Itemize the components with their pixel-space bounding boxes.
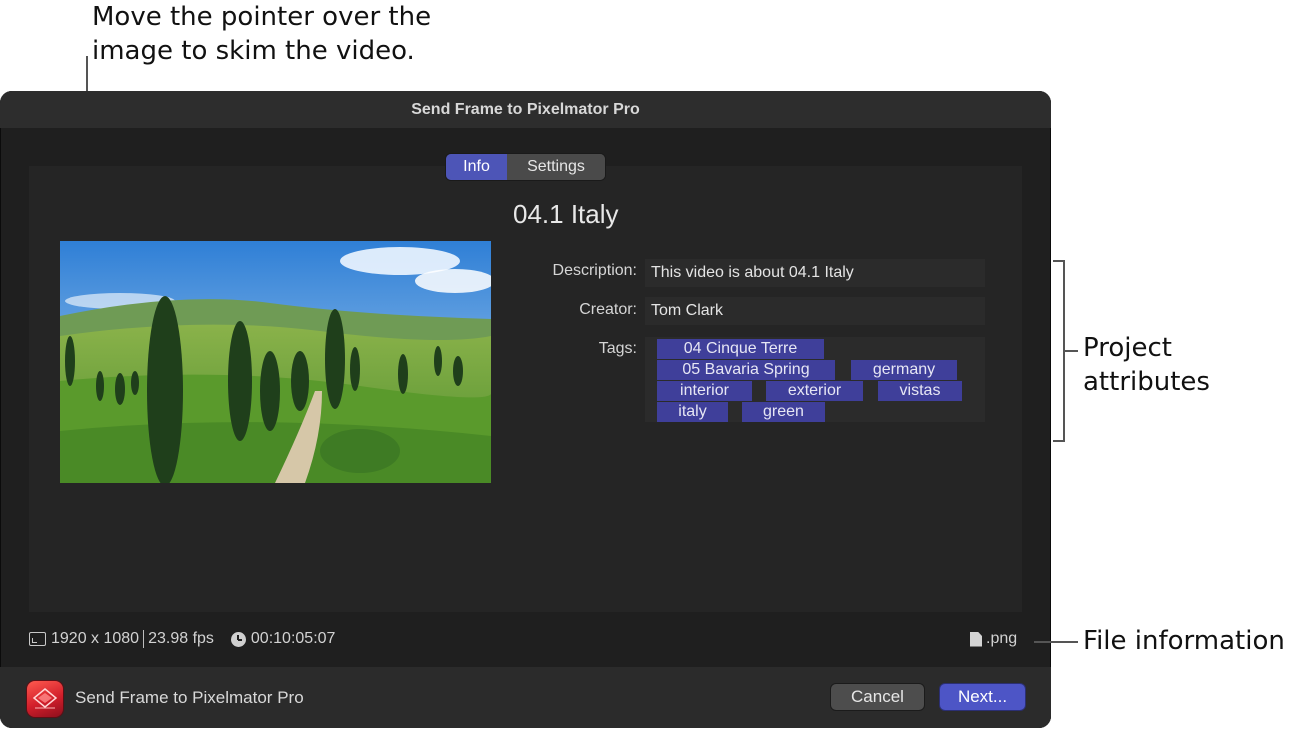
clock-icon	[230, 631, 246, 647]
callout-file-information: File information	[1083, 626, 1285, 656]
resolution-icon	[29, 632, 46, 646]
file-info-left: 1920 x 1080 23.98 fps 00:10:05:07	[29, 630, 335, 648]
framerate-value: 23.98 fps	[148, 630, 214, 647]
tag[interactable]: 04 Cinque Terre	[657, 339, 824, 359]
description-field[interactable]: This video is about 04.1 Italy	[645, 259, 985, 287]
resolution-value: 1920 x 1080	[51, 630, 140, 647]
file-info-leader	[1034, 641, 1078, 643]
creator-field[interactable]: Tom Clark	[645, 297, 985, 325]
tag[interactable]: 05 Bavaria Spring	[657, 360, 835, 380]
timecode-value: 00:10:05:07	[250, 630, 336, 647]
tag[interactable]: vistas	[878, 381, 962, 401]
tag[interactable]: interior	[657, 381, 752, 401]
window-titlebar: Send Frame to Pixelmator Pro	[0, 91, 1051, 128]
callout-skim-line-2: image to skim the video.	[92, 36, 415, 66]
tag[interactable]: italy	[657, 402, 728, 422]
description-label: Description:	[552, 262, 637, 279]
document-icon	[970, 631, 982, 647]
pixelmator-logo-icon	[32, 688, 58, 709]
callout-project-line-1: Project	[1083, 333, 1172, 363]
tag[interactable]: exterior	[766, 381, 863, 401]
footer-app-name: Send Frame to Pixelmator Pro	[75, 687, 304, 707]
project-attributes-bracket-top	[1053, 260, 1064, 262]
tag[interactable]: germany	[851, 360, 957, 380]
tab-info[interactable]: Info	[446, 154, 507, 180]
file-info-right: .png	[970, 630, 1017, 648]
footer-bar: Send Frame to Pixelmator Pro Cancel Next…	[0, 667, 1051, 728]
window-title: Send Frame to Pixelmator Pro	[411, 100, 640, 118]
stage: Move the pointer over the image to skim …	[0, 0, 1298, 730]
tag[interactable]: green	[742, 402, 825, 422]
tags-field[interactable]: 04 Cinque Terre 05 Bavaria Spring german…	[645, 337, 985, 422]
project-attributes-leader	[1064, 350, 1078, 352]
next-button[interactable]: Next...	[940, 684, 1025, 710]
video-thumbnail[interactable]	[60, 241, 491, 483]
separator	[143, 630, 145, 648]
callout-project-attributes: Project attributes	[1083, 331, 1293, 399]
send-frame-window: Send Frame to Pixelmator Pro Info Settin…	[0, 91, 1051, 728]
callout-project-line-2: attributes	[1083, 367, 1210, 397]
tab-control: Info Settings	[446, 154, 605, 180]
project-title: 04.1 Italy	[513, 199, 619, 229]
project-attributes-bracket-bottom	[1053, 440, 1064, 442]
creator-label: Creator:	[579, 301, 637, 318]
pixelmator-app-icon	[27, 681, 63, 717]
tab-settings[interactable]: Settings	[507, 154, 605, 180]
callout-skim-line-1: Move the pointer over the	[92, 2, 432, 32]
tags-label: Tags:	[598, 340, 637, 357]
cancel-button[interactable]: Cancel	[831, 684, 924, 710]
landscape-image	[60, 241, 491, 483]
file-extension: .png	[986, 630, 1018, 647]
callout-skim: Move the pointer over the image to skim …	[92, 0, 512, 68]
